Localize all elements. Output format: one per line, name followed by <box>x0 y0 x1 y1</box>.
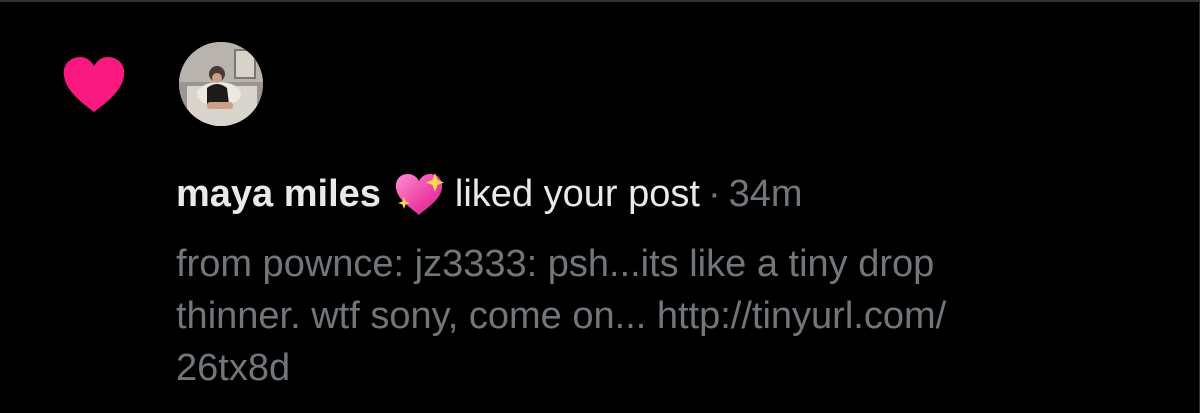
notification-item[interactable]: maya miles liked your post · 34m from po… <box>0 0 1200 413</box>
post-preview[interactable]: from pownce: jz3333: psh...its like a ti… <box>176 238 1076 394</box>
action-text: liked your post <box>454 173 700 215</box>
heart-icon <box>63 57 125 112</box>
avatar[interactable] <box>179 42 263 126</box>
notification-headline: maya miles liked your post · 34m <box>176 166 1156 222</box>
avatar-photo <box>179 42 263 126</box>
separator-dot: · <box>707 173 721 215</box>
timestamp: 34m <box>728 173 803 215</box>
user-name[interactable]: maya miles <box>176 166 381 222</box>
sparkling-heart-icon <box>395 173 444 215</box>
